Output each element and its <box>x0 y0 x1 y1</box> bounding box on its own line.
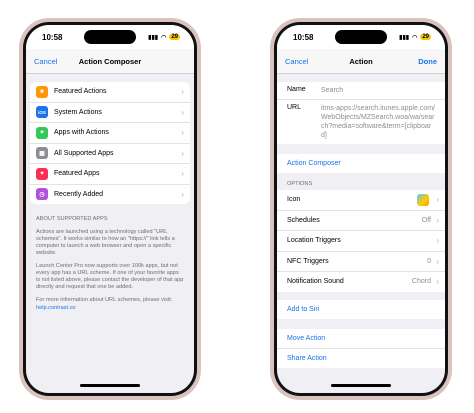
cancel-button[interactable]: Cancel <box>34 57 74 66</box>
page-title: Action Composer <box>78 56 142 66</box>
option-value: 0 <box>427 257 431 265</box>
battery-icon: 29 <box>169 34 180 40</box>
list-item-system-actions[interactable]: iOS System Actions › <box>30 103 190 123</box>
battery-icon: 29 <box>420 34 431 40</box>
apps-icon: ✦ <box>36 126 48 139</box>
option-label: Location Triggers <box>287 237 341 245</box>
wifi-icon: ◠ <box>412 34 418 41</box>
option-label: Schedules <box>287 216 320 224</box>
about-paragraph-1: Actions are launched using a technology … <box>36 229 175 256</box>
move-action-button[interactable]: Move Action <box>277 328 445 349</box>
options-list: Icon › Schedules Off › Location Triggers… <box>277 190 445 292</box>
chevron-right-icon: › <box>181 87 184 97</box>
list-item-label: Featured Actions <box>54 88 107 96</box>
option-location-triggers[interactable]: Location Triggers › <box>277 231 445 252</box>
nav-bar: Cancel Action Done <box>277 49 445 74</box>
help-link[interactable]: help.contrast.co <box>26 304 194 312</box>
chevron-right-icon: › <box>436 236 439 246</box>
option-notification-sound[interactable]: Notification Sound Chord › <box>277 272 445 292</box>
chevron-right-icon: › <box>181 148 184 158</box>
url-row: URL itms-apps://search.itunes.apple.com/… <box>277 100 445 144</box>
add-to-siri-button[interactable]: Add to Siri <box>277 299 445 319</box>
options-header: OPTIONS <box>287 181 313 187</box>
list-item-label: System Actions <box>54 108 102 116</box>
option-value: Off <box>421 216 431 224</box>
app-icon-preview <box>417 193 429 206</box>
name-label: Name <box>287 86 306 93</box>
option-value: Chord <box>411 278 431 286</box>
list-item-recently-added[interactable]: ◷ Recently Added › <box>30 185 190 205</box>
action-form: Name Search URL itms-apps://search.itune… <box>277 82 445 144</box>
list-item-all-supported-apps[interactable]: ▦ All Supported Apps › <box>30 144 190 164</box>
list-item-label: All Supported Apps <box>54 149 114 157</box>
about-paragraph-2: Launch Center Pro now supports over 100k… <box>36 263 184 290</box>
status-time: 10:58 <box>293 32 314 42</box>
nav-bar: Cancel Action Composer <box>26 49 194 74</box>
right-phone: 10:58 ▮▮▮ ◠ 29 Cancel Action Done Name S… <box>270 18 452 400</box>
category-list: ★ Featured Actions › iOS System Actions … <box>30 82 190 204</box>
url-field[interactable]: itms-apps://search.itunes.apple.com/WebO… <box>321 104 435 140</box>
option-schedules[interactable]: Schedules Off › <box>277 211 445 231</box>
action-composer-button[interactable]: Action Composer <box>277 154 445 173</box>
list-item-label: Recently Added <box>54 190 104 198</box>
chevron-right-icon: › <box>436 256 439 266</box>
chevron-right-icon: › <box>181 107 184 117</box>
option-label: Notification Sound <box>287 278 344 286</box>
list-item-apps-with-actions[interactable]: ✦ Apps with Actions › <box>30 123 190 144</box>
option-nfc-triggers[interactable]: NFC Triggers 0 › <box>277 252 445 272</box>
signal-icon: ▮▮▮ <box>399 34 410 41</box>
list-item-featured-apps[interactable]: ♥ Featured Apps › <box>30 164 190 185</box>
dynamic-island <box>335 30 387 44</box>
left-screen: 10:58 ▮▮▮ ◠ 29 Cancel Action Composer ★ … <box>26 25 194 393</box>
star-icon: ★ <box>36 85 48 98</box>
heart-icon: ♥ <box>36 167 48 180</box>
home-indicator <box>80 384 140 387</box>
share-action-button[interactable]: Share Action <box>277 348 445 368</box>
list-item-featured-actions[interactable]: ★ Featured Actions › <box>30 82 190 103</box>
option-label: Icon <box>287 196 301 204</box>
url-label: URL <box>287 104 302 111</box>
list-item-label: Apps with Actions <box>54 129 109 137</box>
chevron-right-icon: › <box>181 169 184 179</box>
home-indicator <box>331 384 391 387</box>
status-time: 10:58 <box>42 32 63 42</box>
cancel-button[interactable]: Cancel <box>285 57 325 66</box>
signal-icon: ▮▮▮ <box>148 34 159 41</box>
ios-icon: iOS <box>36 106 48 119</box>
about-header: ABOUT SUPPORTED APPS <box>36 216 108 222</box>
left-phone: 10:58 ▮▮▮ ◠ 29 Cancel Action Composer ★ … <box>19 18 201 400</box>
chevron-right-icon: › <box>181 189 184 199</box>
name-row: Name Search <box>277 82 445 100</box>
done-button[interactable]: Done <box>397 57 437 66</box>
chevron-right-icon: › <box>436 215 439 225</box>
right-screen: 10:58 ▮▮▮ ◠ 29 Cancel Action Done Name S… <box>277 25 445 393</box>
dynamic-island <box>84 30 136 44</box>
chevron-right-icon: › <box>436 277 439 287</box>
option-label: NFC Triggers <box>287 257 329 265</box>
clock-icon: ◷ <box>36 188 48 201</box>
about-paragraph-3: For more information about URL schemes, … <box>36 297 173 303</box>
option-icon[interactable]: Icon › <box>277 190 445 211</box>
list-item-label: Featured Apps <box>54 170 100 178</box>
name-field[interactable]: Search <box>321 86 435 95</box>
grid-icon: ▦ <box>36 147 48 160</box>
page-title: Action <box>349 56 373 66</box>
chevron-right-icon: › <box>436 195 439 205</box>
chevron-right-icon: › <box>181 128 184 138</box>
wifi-icon: ◠ <box>161 34 167 41</box>
